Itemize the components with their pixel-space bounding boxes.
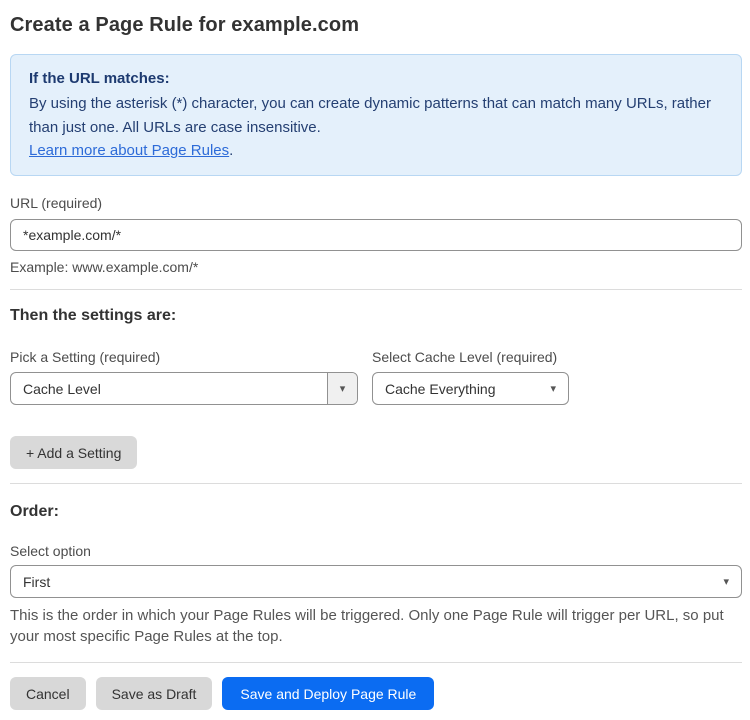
cancel-button[interactable]: Cancel — [10, 677, 86, 710]
settings-row: Pick a Setting (required) Cache Level ▾ … — [10, 349, 742, 405]
cache-level-label: Select Cache Level (required) — [372, 349, 558, 365]
form-footer: Cancel Save as Draft Save and Deploy Pag… — [10, 662, 742, 710]
info-box-body: By using the asterisk (*) character, you… — [29, 95, 711, 136]
order-select-value: First — [23, 573, 51, 590]
section-divider — [10, 289, 742, 290]
section-divider — [10, 483, 742, 484]
order-section-heading: Order: — [10, 503, 59, 520]
caret-down-icon: ▾ — [723, 576, 729, 588]
cache-level-column: Select Cache Level (required) Cache Ever… — [372, 349, 569, 405]
settings-section-heading: Then the settings are: — [10, 307, 177, 324]
setting-picker-value: Cache Level — [23, 380, 101, 397]
cache-level-value: Cache Everything — [385, 380, 496, 397]
setting-picker-select[interactable]: Cache Level ▾ — [10, 372, 358, 405]
save-as-draft-button[interactable]: Save as Draft — [95, 677, 213, 710]
url-match-info-box: If the URL matches: By using the asteris… — [10, 54, 742, 176]
add-setting-button[interactable]: + Add a Setting — [10, 436, 138, 469]
info-box-heading: If the URL matches: — [29, 70, 170, 87]
create-page-rule-form: Create a Page Rule for example.com If th… — [0, 0, 750, 720]
save-and-deploy-button[interactable]: Save and Deploy Page Rule — [222, 677, 435, 710]
cache-level-select[interactable]: Cache Everything ▾ — [372, 372, 569, 405]
learn-more-link[interactable]: Learn more about Page Rules — [29, 142, 229, 159]
link-suffix: . — [229, 141, 234, 159]
order-help-text: This is the order in which your Page Rul… — [10, 607, 724, 645]
url-example-hint: Example: www.example.com/* — [10, 259, 199, 275]
url-input[interactable] — [10, 219, 742, 251]
url-field-label: URL (required) — [10, 195, 103, 211]
order-select[interactable]: First ▾ — [10, 565, 742, 598]
caret-down-icon: ▾ — [327, 373, 357, 404]
setting-picker-column: Pick a Setting (required) Cache Level ▾ — [10, 349, 358, 405]
page-title: Create a Page Rule for example.com — [10, 14, 360, 36]
order-select-label: Select option — [10, 543, 91, 559]
caret-down-icon: ▾ — [550, 383, 556, 395]
info-box-link-line: Learn more about Page Rules. — [29, 139, 723, 162]
setting-picker-label: Pick a Setting (required) — [10, 349, 161, 365]
